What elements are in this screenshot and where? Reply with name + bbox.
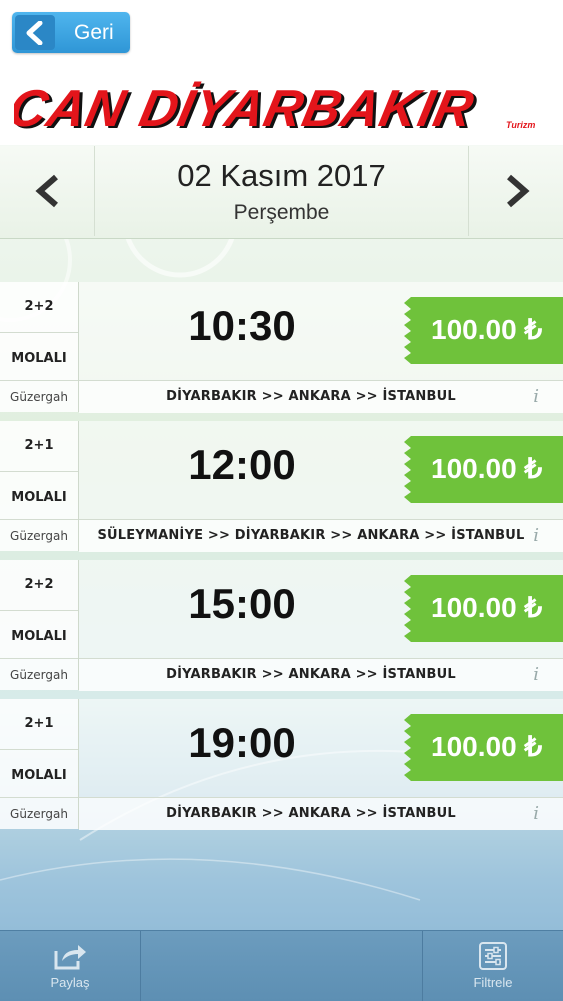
- trip-info-column: 2+2 MOLALI Güzergah: [0, 560, 79, 690]
- bottom-toolbar: Paylaş Filtrele: [0, 930, 563, 1001]
- price-button[interactable]: 100.00 ₺: [404, 297, 563, 364]
- departure-time: 12:00: [188, 441, 296, 488]
- price-value: 100.00 ₺: [431, 592, 543, 623]
- seat-layout: 2+2: [0, 282, 78, 333]
- trip-card[interactable]: 2+1 MOLALI Güzergah 12:00 100.00 ₺ SÜLEY…: [0, 421, 563, 552]
- chevron-right-icon: [507, 174, 530, 208]
- brand-logo: CAN DİYARBAKIR CAN DİYARBAKIR Turizm: [14, 80, 535, 138]
- chevron-left-icon: [35, 174, 58, 208]
- break-label: MOLALI: [11, 490, 67, 505]
- selected-date: 02 Kasım 2017 Perşembe: [95, 146, 468, 236]
- svg-text:CAN DİYARBAKIR: CAN DİYARBAKIR: [14, 80, 479, 138]
- date-label: 02 Kasım 2017: [177, 158, 386, 193]
- break-label: MOLALI: [11, 629, 67, 644]
- ticket-notch: [404, 714, 418, 781]
- price-value: 100.00 ₺: [431, 731, 543, 762]
- top-bar: Geri CAN DİYARBAKIR CAN DİYARBAKIR Turiz…: [0, 0, 563, 145]
- route-text: DİYARBAKIR >> ANKARA >> İSTANBUL: [79, 797, 563, 830]
- date-navigator: 02 Kasım 2017 Perşembe: [0, 146, 563, 239]
- share-label: Paylaş: [50, 975, 90, 990]
- seat-layout: 2+1: [0, 421, 78, 472]
- seat-layout: 2+1: [0, 699, 78, 750]
- price-button[interactable]: 100.00 ₺: [404, 575, 563, 642]
- route-text: DİYARBAKIR >> ANKARA >> İSTANBUL: [79, 380, 563, 413]
- departure-time: 19:00: [188, 719, 296, 766]
- trip-main: 15:00 100.00 ₺: [79, 560, 563, 658]
- trip-info-column: 2+1 MOLALI Güzergah: [0, 699, 79, 829]
- svg-text:Turizm: Turizm: [506, 120, 535, 130]
- trip-main: 10:30 100.00 ₺: [79, 282, 563, 380]
- price-button[interactable]: 100.00 ₺: [404, 436, 563, 503]
- price-button[interactable]: 100.00 ₺: [404, 714, 563, 781]
- route-label: Güzergah: [0, 380, 78, 413]
- ticket-notch: [404, 297, 418, 364]
- break-label: MOLALI: [11, 768, 67, 783]
- info-icon[interactable]: i: [533, 664, 539, 685]
- trip-card[interactable]: 2+1 MOLALI Güzergah 19:00 100.00 ₺ DİYAR…: [0, 699, 563, 830]
- share-icon: [54, 945, 86, 970]
- ticket-notch: [404, 436, 418, 503]
- filter-label: Filtrele: [473, 975, 513, 990]
- info-icon[interactable]: i: [533, 803, 539, 824]
- departure-time: 10:30: [188, 302, 296, 349]
- chevron-left-icon: [15, 15, 55, 50]
- share-button[interactable]: Paylaş: [0, 931, 141, 1001]
- price-value: 100.00 ₺: [431, 314, 543, 345]
- next-day-button[interactable]: [468, 146, 563, 236]
- seat-layout: 2+2: [0, 560, 78, 611]
- filter-button[interactable]: Filtrele: [422, 931, 563, 1001]
- route-label: Güzergah: [0, 519, 78, 552]
- break-label: MOLALI: [11, 351, 67, 366]
- trip-card[interactable]: 2+2 MOLALI Güzergah 10:30 100.00 ₺ DİYAR…: [0, 282, 563, 413]
- info-icon[interactable]: i: [533, 386, 539, 407]
- weekday-label: Perşembe: [233, 201, 330, 224]
- ticket-notch: [404, 575, 418, 642]
- back-button-label: Geri: [74, 21, 114, 44]
- filter-icon: [479, 942, 507, 970]
- departure-time: 15:00: [188, 580, 296, 627]
- price-value: 100.00 ₺: [431, 453, 543, 484]
- trip-card[interactable]: 2+2 MOLALI Güzergah 15:00 100.00 ₺ DİYAR…: [0, 560, 563, 691]
- route-text: SÜLEYMANİYE >> DİYARBAKIR >> ANKARA >> İ…: [79, 519, 563, 552]
- info-icon[interactable]: i: [533, 525, 539, 546]
- route-label: Güzergah: [0, 658, 78, 691]
- trip-main: 12:00 100.00 ₺: [79, 421, 563, 519]
- trip-info-column: 2+2 MOLALI Güzergah: [0, 282, 79, 412]
- route-text: DİYARBAKIR >> ANKARA >> İSTANBUL: [79, 658, 563, 691]
- route-label: Güzergah: [0, 797, 78, 830]
- previous-day-button[interactable]: [0, 146, 95, 236]
- trip-main: 19:00 100.00 ₺: [79, 699, 563, 797]
- back-button[interactable]: Geri: [12, 12, 130, 53]
- trip-info-column: 2+1 MOLALI Güzergah: [0, 421, 79, 551]
